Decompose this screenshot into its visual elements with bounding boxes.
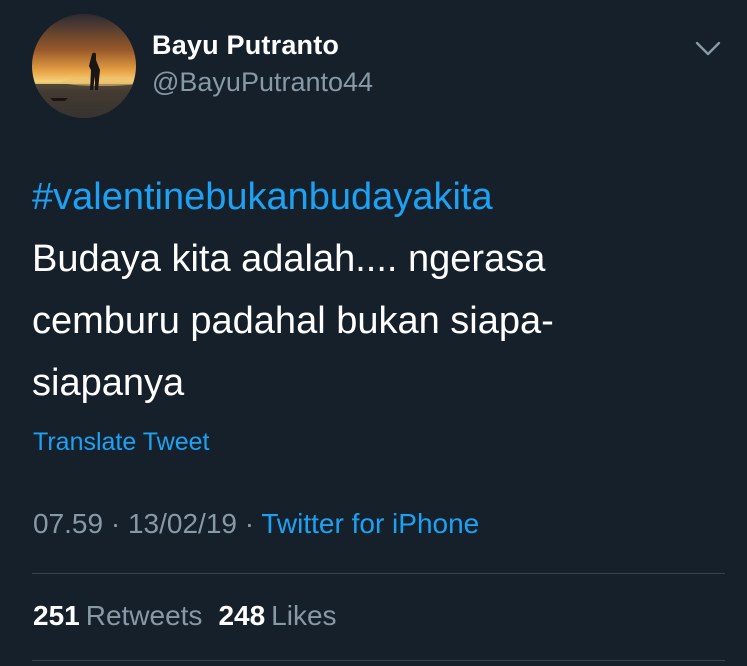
tweet-stats: 251 Retweets 248 Likes [33,600,337,632]
chevron-down-icon[interactable] [693,36,723,60]
tweet-metadata: 07.59 · 13/02/19 · Twitter for iPhone [33,508,479,540]
display-name[interactable]: Bayu Putranto [152,30,339,61]
user-handle[interactable]: @BayuPutranto44 [152,67,373,98]
likes-count: 248 [218,600,266,631]
tweet-source-link[interactable]: Twitter for iPhone [261,508,479,539]
divider [32,573,725,574]
tweet-text: #valentinebukanbudayakita Budaya kita ad… [32,166,672,414]
avatar-photo [32,14,136,118]
hashtag-link[interactable]: #valentinebukanbudayakita [32,166,672,228]
tweet-detail: Bayu Putranto @BayuPutranto44 #valentine… [0,0,747,666]
likes-label: Likes [271,600,337,631]
tweet-time: 07.59 [33,508,104,539]
meta-separator: · [244,508,255,539]
retweets-label: Retweets [85,600,203,631]
retweets-stat[interactable]: 251 Retweets [33,600,202,631]
retweets-count: 251 [33,600,80,631]
tweet-body-text: Budaya kita adalah.... ngerasa cemburu p… [32,238,554,404]
likes-stat[interactable]: 248 Likes [218,600,336,631]
tweet-date: 13/02/19 [127,508,237,539]
avatar[interactable] [32,14,136,118]
meta-separator: · [110,508,121,539]
divider [32,660,725,661]
translate-tweet-link[interactable]: Translate Tweet [33,428,209,457]
